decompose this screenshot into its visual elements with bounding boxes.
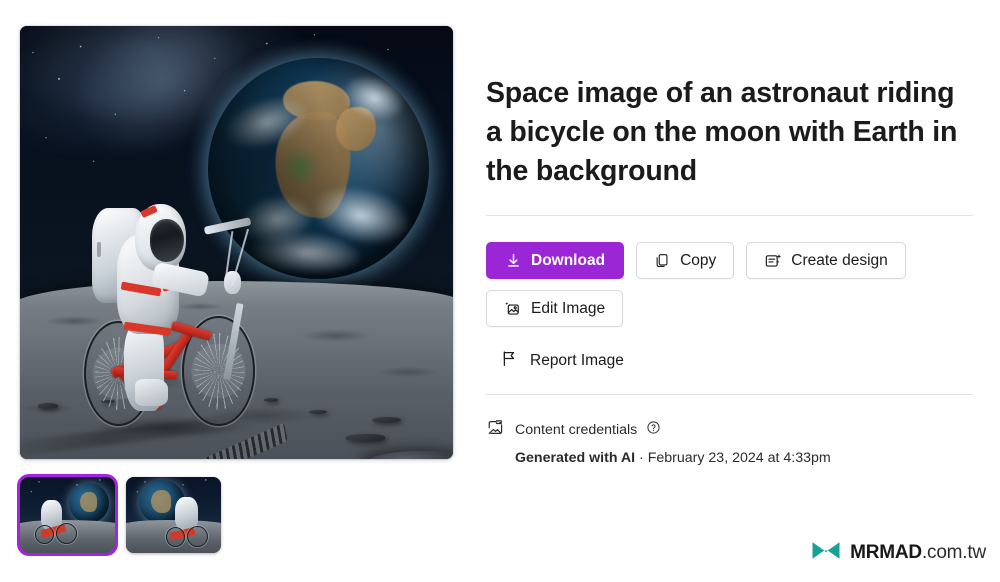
- credentials-separator: ·: [635, 450, 648, 466]
- astronaut-boot: [135, 379, 168, 407]
- thumbnail-strip: [17, 474, 221, 556]
- create-design-button[interactable]: Create design: [746, 242, 906, 279]
- primary-action-row: Download Copy Create design: [486, 242, 976, 279]
- astronaut-on-bicycle: [81, 203, 263, 438]
- edit-image-icon: [504, 300, 522, 318]
- thumbnail-1-artwork: [20, 477, 115, 553]
- hero-image[interactable]: [20, 26, 453, 459]
- thumb-landmass: [79, 491, 98, 513]
- copy-button[interactable]: Copy: [636, 242, 735, 279]
- watermark-brand: MRMAD: [850, 542, 922, 563]
- content-credentials-icon: [486, 418, 505, 441]
- copy-button-label: Copy: [680, 251, 717, 269]
- thumbnail-2-artwork: [126, 477, 221, 553]
- watermark: MRMAD.com.tw: [811, 540, 986, 566]
- bicycle-handlebar: [204, 216, 252, 234]
- moon-rock: [263, 398, 278, 402]
- image-viewer-pane: [0, 0, 470, 582]
- create-design-button-label: Create design: [791, 251, 888, 269]
- content-credentials-section: Content credentials Generated with AI · …: [486, 418, 976, 466]
- moon-rock: [38, 403, 59, 409]
- watermark-text: MRMAD.com.tw: [850, 542, 986, 564]
- download-icon: [505, 252, 522, 269]
- copy-icon: [654, 252, 671, 269]
- mrmad-logo-icon: [811, 540, 841, 566]
- generated-with-ai-label: Generated with AI: [515, 450, 636, 466]
- page-title: Space image of an astronaut riding a bic…: [486, 77, 958, 187]
- edit-image-button[interactable]: Edit Image: [486, 290, 624, 327]
- divider-bottom: [486, 394, 973, 395]
- credentials-timestamp: February 23, 2024 at 4:33pm: [647, 450, 831, 466]
- image-details-pane: Space image of an astronaut riding a bic…: [486, 0, 976, 582]
- help-circle-icon[interactable]: [646, 420, 661, 439]
- thumb-bicycle-wheel: [165, 527, 185, 547]
- content-credentials-header: Content credentials: [486, 418, 976, 441]
- thumb-bicycle-wheel: [186, 525, 208, 547]
- thumb-bicycle-wheel: [56, 523, 77, 544]
- report-image-button[interactable]: Report Image: [500, 349, 624, 373]
- thumbnail-2[interactable]: [126, 477, 221, 553]
- create-design-icon: [764, 252, 782, 270]
- watermark-tld: .com.tw: [921, 542, 986, 563]
- hero-image-artwork: [20, 26, 453, 459]
- content-credentials-meta: Generated with AI · February 23, 2024 at…: [515, 450, 976, 466]
- flag-icon: [500, 349, 519, 373]
- thumb-earth: [69, 483, 110, 523]
- backpack-stripe: [96, 242, 101, 258]
- download-button[interactable]: Download: [486, 242, 625, 279]
- content-credentials-label: Content credentials: [515, 421, 638, 438]
- edit-image-button-label: Edit Image: [531, 299, 606, 317]
- download-button-label: Download: [531, 251, 606, 269]
- moon-rock: [344, 433, 386, 442]
- thumbnail-1[interactable]: [17, 474, 118, 556]
- image-detail-page: Space image of an astronaut riding a bic…: [0, 0, 1000, 582]
- thumb-landmass: [151, 489, 172, 513]
- secondary-action-row: Edit Image: [486, 290, 976, 327]
- divider-top: [486, 215, 973, 216]
- thumb-bicycle-wheel: [35, 524, 55, 544]
- report-image-label: Report Image: [530, 352, 624, 369]
